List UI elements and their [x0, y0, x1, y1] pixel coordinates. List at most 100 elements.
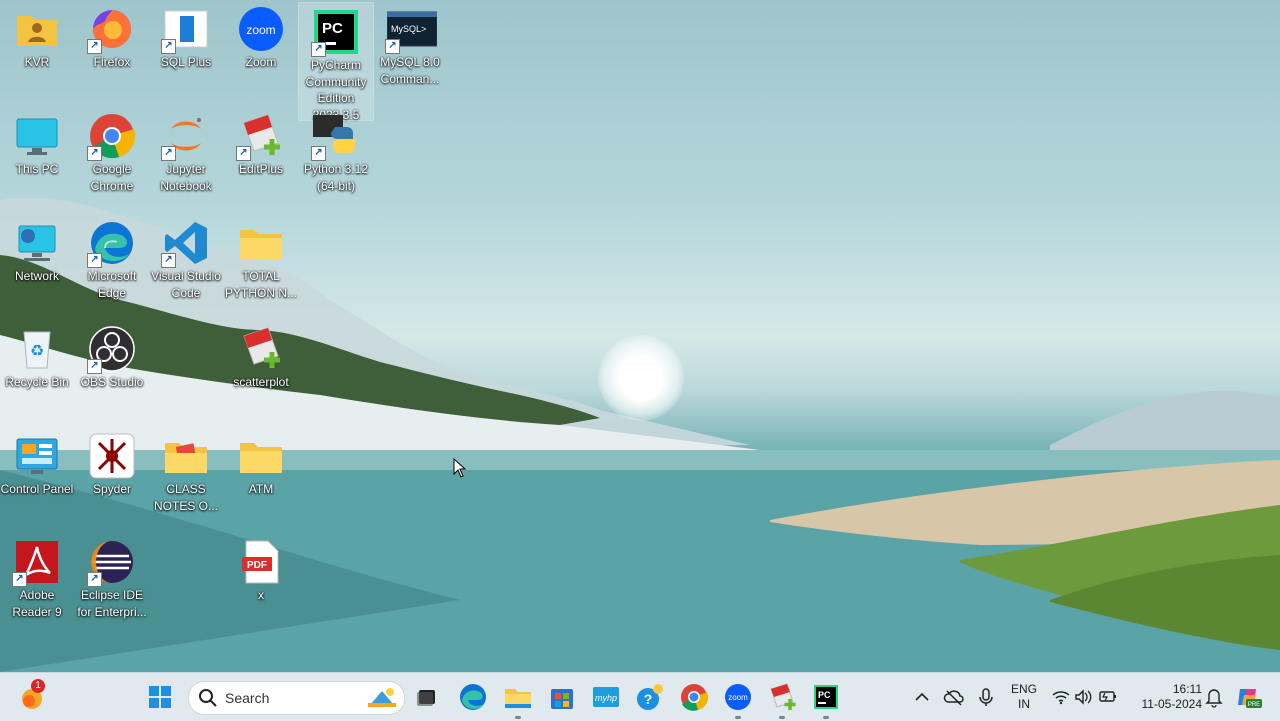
pdf-file-icon: PDF — [238, 539, 284, 585]
search-highlight-icon — [368, 688, 396, 707]
running-indicator — [735, 716, 741, 719]
desktop-icon-pycharm[interactable]: PC ↗ PyCharm Community Edition 2023.3.5 — [298, 2, 374, 122]
shortcut-arrow-icon: ↗ — [311, 42, 326, 57]
language-code: ENG — [1010, 682, 1037, 696]
taskbar-zoom[interactable]: zoom — [722, 681, 754, 719]
desktop-icon-zoom[interactable]: zoom Zoom — [224, 0, 298, 71]
quick-settings-button[interactable] — [1050, 685, 1120, 709]
desktop-icon-label: TOTAL PYTHON N... — [224, 269, 297, 300]
monitor-icon — [14, 113, 60, 159]
desktop-icon-label: This PC — [15, 162, 59, 176]
desktop-icon-label: Python 3.12 (64-bit) — [303, 162, 369, 193]
desktop-icon-kvr[interactable]: KVR — [0, 0, 74, 71]
region-code: IN — [1018, 697, 1030, 711]
folder-icon — [163, 433, 209, 479]
desktop-icon-control-panel[interactable]: Control Panel — [0, 427, 74, 498]
desktop-icon-recycle-bin[interactable]: ♻ Recycle Bin — [0, 320, 74, 391]
desktop-icon-network[interactable]: Network — [0, 214, 74, 285]
svg-text:PRE: PRE — [1248, 702, 1260, 708]
desktop-icon-label: Google Chrome — [90, 162, 134, 193]
shortcut-arrow-icon: ↗ — [236, 146, 251, 161]
desktop-icon-total-python-notes[interactable]: TOTAL PYTHON N... — [224, 214, 298, 301]
desktop-icon-firefox[interactable]: ↗ Firefox — [75, 0, 149, 71]
desktop-icon-label: Zoom — [245, 55, 277, 69]
desktop-icon-label: Recycle Bin — [5, 375, 69, 389]
battery-charging-icon — [1099, 691, 1116, 702]
desktop-icon-label: Adobe Reader 9 — [12, 588, 62, 619]
search-placeholder: Search — [225, 690, 270, 706]
zoom-glyph-text: zoom — [246, 23, 275, 37]
widgets-button[interactable]: 1 — [18, 679, 50, 713]
taskbar-store[interactable] — [546, 681, 578, 713]
desktop-icon-eclipse[interactable]: ↗ Eclipse IDE for Enterpri... — [75, 533, 149, 620]
svg-text:♻: ♻ — [30, 341, 44, 360]
task-view-icon — [417, 690, 435, 706]
taskbar-pycharm[interactable]: PC — [810, 681, 842, 719]
start-button[interactable] — [144, 681, 176, 713]
running-indicator — [515, 716, 521, 719]
clock-button[interactable]: 16:11 11-05-2024 — [1130, 682, 1203, 712]
desktop-icon-adobe-reader[interactable]: ↗ Adobe Reader 9 — [0, 533, 74, 620]
desktop-icon-python[interactable]: ↗ Python 3.12 (64-bit) — [299, 107, 373, 194]
desktop-icon-label: Firefox — [93, 55, 131, 69]
vscode-icon: ↗ — [161, 220, 209, 268]
taskbar-editplus[interactable] — [766, 681, 798, 719]
desktop-icon-label: Network — [14, 269, 59, 283]
spyder-icon — [89, 433, 135, 479]
desktop-icon-label: Jupyter Notebook — [160, 162, 212, 193]
desktop-icon-vscode[interactable]: ↗ Visual Studio Code — [149, 214, 223, 301]
pycharm-taskbar-text: PC — [818, 690, 831, 700]
pycharm-icon: PC ↗ — [311, 9, 359, 57]
obs-icon: ↗ — [87, 326, 135, 374]
copilot-icon: PRE — [1238, 689, 1262, 708]
desktop-icon-label: MySQL 8.0 Comman... — [380, 55, 440, 86]
taskbar-edge[interactable] — [457, 681, 489, 713]
desktop-icon-obs[interactable]: ↗ OBS Studio — [75, 320, 149, 391]
shortcut-arrow-icon: ↗ — [87, 146, 102, 161]
folder-icon — [238, 433, 284, 479]
desktop-icon-mysql[interactable]: MySQL> ↗ MySQL 8.0 Comman... — [373, 0, 447, 87]
desktop-icon-label: OBS Studio — [80, 375, 144, 389]
control-panel-icon — [14, 433, 60, 479]
desktop-icon-jupyter[interactable]: ↗ Jupyter Notebook — [149, 107, 223, 194]
search-icon — [199, 689, 217, 707]
edge-icon — [460, 684, 486, 710]
show-hidden-icons-button[interactable] — [912, 687, 932, 707]
onedrive-button[interactable] — [943, 687, 965, 707]
input-language-indicator[interactable]: ENG IN — [1006, 682, 1042, 712]
taskbar-file-explorer[interactable] — [502, 681, 534, 719]
jupyter-icon: ↗ — [161, 113, 209, 161]
desktop-icon-class-notes[interactable]: CLASS NOTES O... — [149, 427, 223, 514]
notification-bell-icon — [1205, 689, 1223, 708]
editplus-icon — [770, 683, 796, 710]
desktop-icon-scatterplot[interactable]: scatterplot — [224, 320, 298, 391]
task-view-button[interactable] — [411, 681, 443, 713]
pdf-glyph-text: PDF — [247, 560, 267, 571]
desktop-icon-atm[interactable]: ATM — [224, 427, 298, 498]
copilot-button[interactable]: PRE — [1234, 683, 1262, 711]
mysql-icon: MySQL> ↗ — [385, 6, 438, 54]
desktop-icon-x-pdf[interactable]: PDF x — [224, 533, 298, 604]
myhp-text: myhp — [595, 693, 617, 703]
notifications-button[interactable] — [1204, 686, 1224, 708]
desktop-icon-edge[interactable]: ↗ Microsoft Edge — [75, 214, 149, 301]
desktop-icon-spyder[interactable]: Spyder — [75, 427, 149, 498]
recycle-bin-icon: ♻ — [14, 326, 60, 372]
taskbar-search-box[interactable]: Search — [188, 681, 405, 715]
desktop-icon-chrome[interactable]: ↗ Google Chrome — [75, 107, 149, 194]
desktop-icon-label: Spyder — [92, 482, 132, 496]
desktop-icon-label: scatterplot — [233, 375, 289, 389]
taskbar-chrome[interactable] — [678, 681, 710, 713]
desktop-icon-editplus[interactable]: ↗ EditPlus — [224, 107, 298, 178]
taskbar-myhp[interactable]: myhp — [590, 681, 622, 713]
microphone-button[interactable] — [976, 686, 996, 708]
notification-badge: 1 — [31, 679, 45, 693]
folder-icon — [238, 220, 284, 266]
mouse-pointer-icon — [453, 458, 467, 478]
desktop-icon-this-pc[interactable]: This PC — [0, 107, 74, 178]
running-indicator — [779, 716, 785, 719]
shortcut-arrow-icon: ↗ — [385, 39, 400, 54]
editplus-icon: ↗ — [236, 113, 284, 161]
taskbar-get-help[interactable]: ? — [634, 681, 666, 713]
desktop-icon-sqlplus[interactable]: ↗ SQL Plus — [149, 0, 223, 71]
